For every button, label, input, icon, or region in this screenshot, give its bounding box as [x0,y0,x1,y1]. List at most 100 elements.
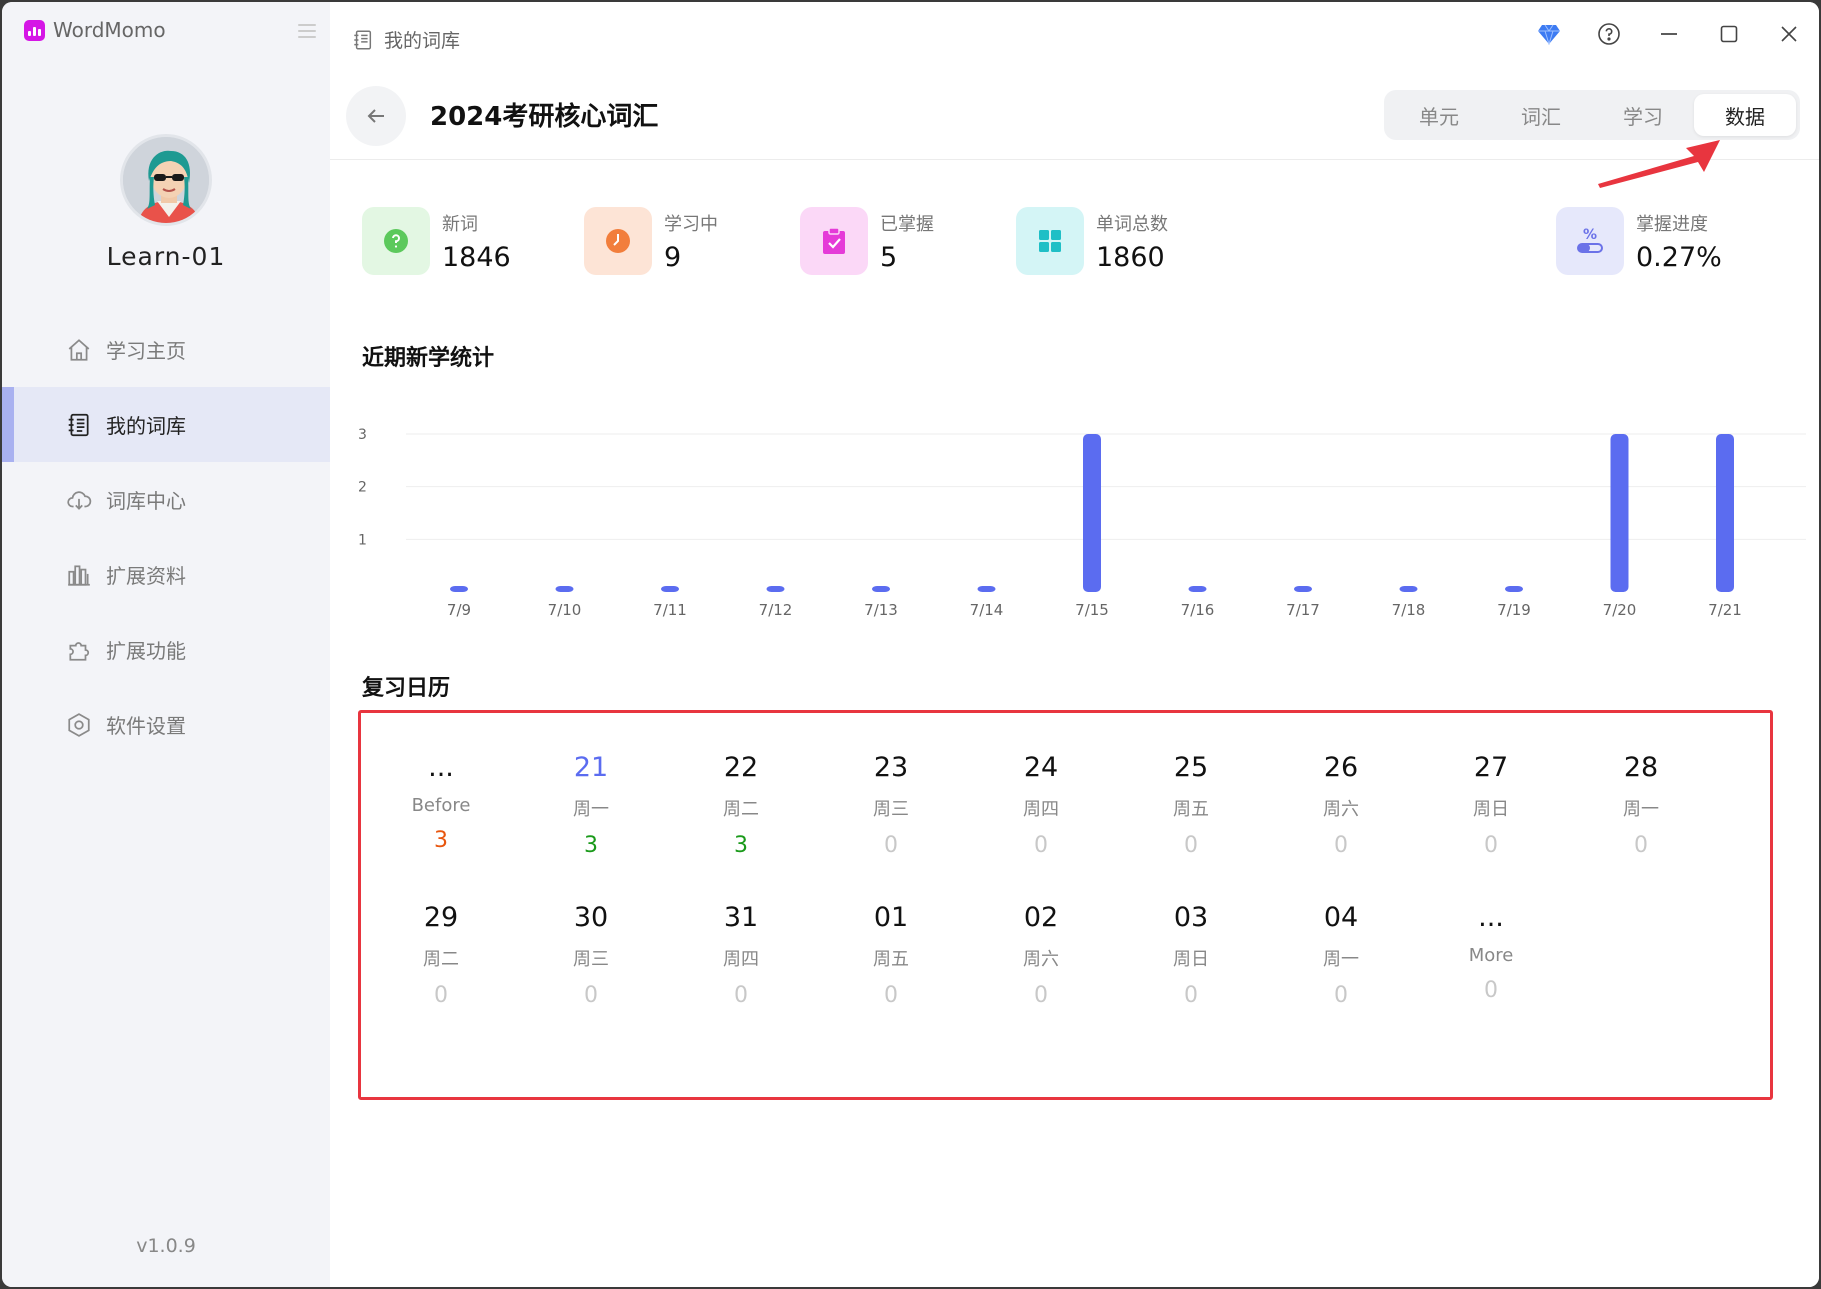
percent-icon: % [1577,227,1603,253]
calendar-day[interactable]: 28 周一 0 [1581,751,1701,858]
calendar-day-number: 03 [1173,902,1209,933]
tab-study[interactable]: 学习 [1592,94,1694,136]
calendar-day-weekday: 周日 [1473,799,1509,820]
tab-vocabulary[interactable]: 词汇 [1490,94,1592,136]
settings-hexagon-icon [68,712,90,737]
chart-x-tick-label: 7/12 [759,601,793,619]
calendar-day[interactable]: 21 周一 3 [531,751,651,858]
cloud-download-icon [67,490,92,510]
chart-x-tick-label: 7/16 [1181,601,1215,619]
calendar-day-review-count: 0 [1484,978,1498,1003]
stat-label: 单词总数 [1096,213,1168,235]
calendar-day[interactable]: ... Before 3 [381,751,501,853]
stat-value: 1860 [1096,241,1165,273]
calendar-day[interactable]: 01 周五 0 [831,901,951,1008]
sidebar-item-settings[interactable]: 软件设置 [2,687,330,762]
calendar-day-review-count: 3 [434,828,448,853]
sidebar-item-my-wordbook[interactable]: 我的词库 [2,387,330,462]
calendar-day-review-count: 0 [584,983,598,1008]
chart-y-tick-label: 2 [358,480,367,496]
chart-bar [1399,586,1418,592]
close-button[interactable] [1759,14,1819,54]
calendar-day[interactable]: 22 周二 3 [681,751,801,858]
calendar-day-number: 27 [1473,752,1509,783]
tab-units[interactable]: 单元 [1388,94,1490,136]
minimize-button[interactable] [1639,14,1699,54]
grid-icon [1039,230,1061,252]
chart-bar [872,586,890,592]
avatar[interactable] [120,134,212,226]
calendar-day[interactable]: 23 周三 0 [831,751,951,858]
vip-diamond-button[interactable] [1519,14,1579,54]
stat-icon-bg [362,207,430,275]
stat-progress: % 掌握进度 0.27% [1556,207,1722,275]
username: Learn-01 [106,242,226,271]
maximize-button[interactable] [1699,14,1759,54]
back-button[interactable] [346,86,406,146]
calendar-day-number: 23 [873,752,909,783]
calendar-day-number: 04 [1323,902,1359,933]
new-words-bar-chart: 1 2 3 7/9 7/10 7/11 7/12 7/13 7/14 7/15 7/16 7/17 7/… [358,427,1806,619]
tab-data[interactable]: 数据 [1694,94,1796,136]
stat-value: 5 [880,241,898,273]
calendar-day[interactable]: 29 周二 0 [381,901,501,1008]
chart-y-tick-label: 3 [358,427,367,443]
calendar-day[interactable]: 03 周日 0 [1131,901,1251,1008]
stat-label: 掌握进度 [1636,213,1708,235]
calendar-day-review-count: 3 [584,833,598,858]
chart-bar [1505,586,1523,592]
help-button[interactable] [1579,14,1639,54]
calendar-day[interactable]: 04 周一 0 [1281,901,1401,1008]
chart-x-tick-label: 7/11 [653,601,687,619]
calendar-day[interactable]: 26 周六 0 [1281,751,1401,858]
calendar-day-weekday: 周六 [1023,949,1059,970]
sidebar-item-label: 软件设置 [106,714,186,738]
calendar-day-weekday: 周四 [1023,799,1059,820]
page-title: 2024考研核心词汇 [430,102,659,132]
calendar-day[interactable]: ... More 0 [1431,901,1551,1003]
sidebar-item-home[interactable]: 学习主页 [2,312,330,387]
calendar-day[interactable]: 02 周六 0 [981,901,1101,1008]
calendar-title: 复习日历 [362,676,451,701]
calendar-day-number: 25 [1173,752,1209,783]
calendar-day[interactable]: 31 周四 0 [681,901,801,1008]
sidebar-item-wordbook-center[interactable]: 词库中心 [2,462,330,537]
chart-bar [766,586,785,592]
calendar-day[interactable]: 24 周四 0 [981,751,1101,858]
help-icon [1598,23,1620,45]
menu-collapse-icon[interactable] [298,24,316,38]
calendar-day-weekday: 周一 [573,799,609,820]
calendar-day[interactable]: 27 周日 0 [1431,751,1551,858]
sidebar-item-label: 学习主页 [106,339,186,363]
chart-x-tick-label: 7/21 [1708,601,1742,619]
calendar-day[interactable]: 25 周五 0 [1131,751,1251,858]
chart-bar [1188,586,1207,592]
stat-icon-bg [584,207,652,275]
sidebar-item-label: 我的词库 [106,414,186,438]
chart-bar [1083,434,1101,592]
diamond-icon [1538,24,1560,45]
calendar-day-review-count: 0 [434,983,448,1008]
sidebar-item-extra-materials[interactable]: 扩展资料 [2,537,330,612]
close-icon [1781,26,1797,42]
chart-x-tick-label: 7/19 [1497,601,1531,619]
app-version: v1.0.9 [136,1235,196,1257]
calendar-day-number: ... [428,752,454,783]
home-icon [68,338,90,361]
clock-icon [606,229,630,253]
calendar-day-number: 28 [1623,752,1659,783]
chart-bar [977,586,996,592]
notebook-icon [354,30,372,49]
chart-x-tick-label: 7/15 [1075,601,1109,619]
chart-x-tick-label: 7/18 [1392,601,1426,619]
stat-mastered: 已掌握 5 [800,207,934,275]
chart-x-tick-label: 7/9 [447,601,471,619]
calendar-day[interactable]: 30 周三 0 [531,901,651,1008]
calendar-day-number: 22 [723,752,759,783]
calendar-day-review-count: 0 [1334,983,1348,1008]
calendar-day-weekday: 周一 [1323,949,1359,970]
app-name: WordMomo [53,18,166,42]
chart-x-tick-label: 7/14 [970,601,1004,619]
calendar-day-weekday: 周二 [423,949,459,970]
sidebar-item-extensions[interactable]: 扩展功能 [2,612,330,687]
